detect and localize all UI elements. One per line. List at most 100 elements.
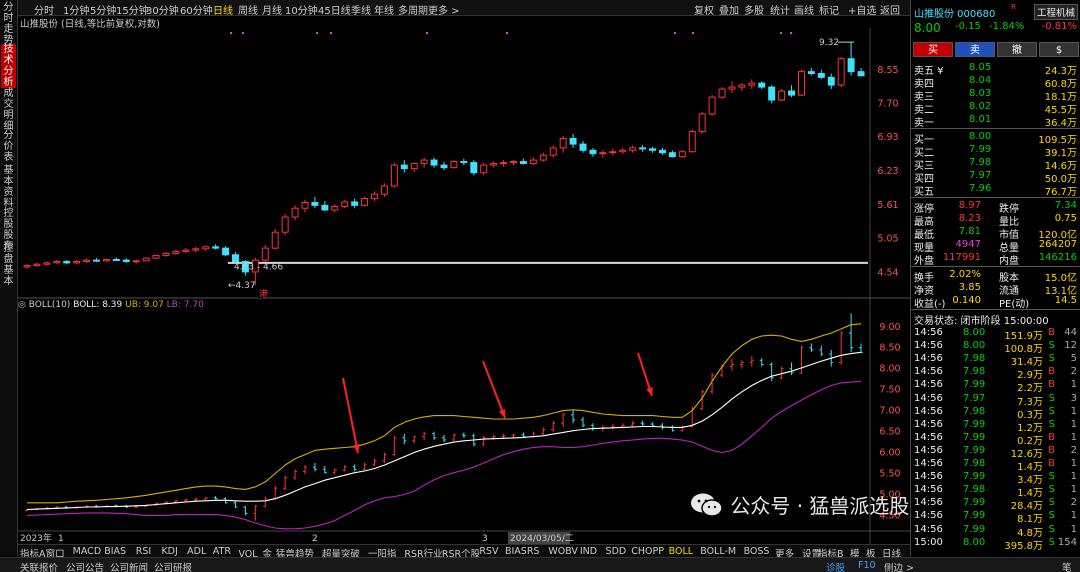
indicator-tab-6[interactable]: ADL <box>187 546 206 557</box>
period-tab-12[interactable]: 年线 <box>374 2 394 17</box>
trade-button-3[interactable]: $ <box>1039 42 1079 57</box>
left-tab-2[interactable]: 成交明细 <box>1 88 16 132</box>
footer-link-2[interactable]: 公司新闻 <box>110 560 148 572</box>
stat-row-0: 涨停 8.97 跌停 7.34 <box>911 200 1080 215</box>
candle-body <box>639 147 647 150</box>
left-tab-6[interactable]: 控盘基本 <box>1 243 16 287</box>
tick-time: 14:56 <box>914 523 943 535</box>
indicator-tab-3[interactable]: BIAS <box>104 546 126 557</box>
candle-body <box>271 231 279 249</box>
period-tab-10[interactable]: 45日线 <box>318 2 351 17</box>
price-tick-label: 8.55 <box>877 65 898 76</box>
stat-value: 0.140 <box>952 295 981 306</box>
tick-side: S <box>1048 484 1055 496</box>
left-tab-1[interactable]: 技术分析 <box>1 44 16 88</box>
tool-button-0[interactable]: 复权 <box>694 2 714 17</box>
period-tab-5[interactable]: 60分钟 <box>180 2 213 17</box>
price-pct: -1.84% <box>989 21 1025 32</box>
period-tab-2[interactable]: 5分钟 <box>90 2 116 17</box>
trade-button-1[interactable]: 卖 <box>955 42 995 57</box>
candle-body <box>718 88 726 98</box>
footer-right-0[interactable]: 诊股 <box>826 560 845 572</box>
candle-body <box>470 162 478 174</box>
left-tab-4[interactable]: 基本资料 <box>1 165 16 209</box>
tool-button-1[interactable]: 叠加 <box>719 2 739 17</box>
candle-body <box>847 58 855 73</box>
stat2-row-0: 换手 2.02% 股本 15.0亿 <box>911 269 1080 284</box>
candle-body <box>827 76 835 86</box>
period-tab-11[interactable]: 季线 <box>351 2 371 17</box>
indicator-tab-18[interactable]: SDD <box>606 546 627 557</box>
tick-price: 7.98 <box>963 405 986 417</box>
candle-body <box>420 159 428 165</box>
period-tab-8[interactable]: 月线 <box>262 2 282 17</box>
event-marker <box>506 32 508 34</box>
tick-count: 1 <box>1070 379 1077 391</box>
indicator-tab-4[interactable]: RSI <box>136 546 151 557</box>
period-tab-0[interactable]: 分时 <box>34 2 54 17</box>
indicator-tab-20[interactable]: BOLL <box>669 546 693 557</box>
indicator-tab-15[interactable]: BIASRS <box>505 546 539 557</box>
indicator-tab-2[interactable]: MACD <box>73 546 101 557</box>
trade-button-2[interactable]: 撤 <box>997 42 1037 57</box>
footer-link-0[interactable]: 关联报价 <box>20 560 58 572</box>
indicator-tab-17[interactable]: IND <box>580 546 597 557</box>
status-divider <box>911 309 1080 310</box>
indicator-tab-7[interactable]: ATR <box>213 546 231 557</box>
bid-price: 7.96 <box>969 183 992 194</box>
left-tab-0[interactable]: 分时走势 <box>1 2 16 46</box>
price-row: 8.00 -0.15 -1.84% -0.81% <box>911 21 1080 35</box>
period-tab-9[interactable]: 10分钟 <box>285 2 318 17</box>
indicator-tab-16[interactable]: WOBV <box>548 546 578 557</box>
indicator-tab-14[interactable]: RSV <box>479 546 498 557</box>
tick-price: 7.99 <box>963 497 986 509</box>
tick-side: B <box>1048 444 1055 456</box>
kline-chart-area[interactable]: 8.55 7.70 6.93 6.23 5.61 5.05 4.54 9.00 8.50 8.00… <box>18 28 910 544</box>
candle-body <box>460 161 468 164</box>
period-tab-14[interactable]: 更多 > <box>428 2 460 17</box>
footer-link-3[interactable]: 公司研报 <box>154 560 192 572</box>
industry-badge[interactable]: 工程机械 <box>1033 4 1078 20</box>
tool-button-7[interactable]: 返回 <box>880 2 900 17</box>
candle-body <box>629 147 637 151</box>
period-tab-7[interactable]: 周线 <box>238 2 258 17</box>
tick-row-7: 14:56 7.99 1.2万 S 1 <box>911 418 1080 434</box>
red-arrow-head-0 <box>352 444 360 453</box>
stat2-row-1: 净资 3.85 流通 13.1亿 <box>911 282 1080 297</box>
trade-button-0[interactable]: 买 <box>913 42 953 57</box>
footer-right-1[interactable]: F10 <box>858 560 876 571</box>
footer-right-2[interactable]: 侧边 > <box>884 560 914 572</box>
tick-price: 7.99 <box>963 418 986 430</box>
period-tab-4[interactable]: 30分钟 <box>146 2 179 17</box>
tick-count: 154 <box>1057 536 1077 548</box>
period-tab-6[interactable]: 日线 <box>213 2 233 17</box>
indicator-tab-5[interactable]: KDJ <box>161 546 177 557</box>
indicator-tab-22[interactable]: BOSS <box>744 546 770 557</box>
boll-mid-label: BOLL: 8.39 <box>73 300 125 310</box>
tool-button-2[interactable]: 多股 <box>744 2 764 17</box>
ask-row-0: 卖五 ¥8.05 24.3万 <box>911 62 1080 77</box>
tool-button-6[interactable]: +自选 <box>848 2 876 17</box>
period-tab-3[interactable]: 15分钟 <box>116 2 149 17</box>
footer-right-3[interactable]: 笔 <box>1062 560 1072 572</box>
indicator-tab-21[interactable]: BOLL-M <box>700 546 736 557</box>
price-tick-label: 7.70 <box>877 98 898 109</box>
footer-link-1[interactable]: 公司公告 <box>66 560 104 572</box>
tick-price: 7.98 <box>963 366 986 378</box>
watermark: 公众号 · 猛兽派选股 <box>690 490 909 530</box>
tool-button-5[interactable]: 标记 <box>819 2 839 17</box>
tick-row-14: 14:56 7.99 8.1万 S 1 <box>911 510 1080 525</box>
left-tab-3[interactable]: 分价表 <box>1 130 16 163</box>
candle-body <box>807 71 815 75</box>
candle-body <box>281 216 289 233</box>
x-axis-label: 2024/03/05/二 <box>510 534 574 544</box>
tick-side: S <box>1048 392 1055 404</box>
period-tab-13[interactable]: 多周期 <box>398 2 428 17</box>
tool-button-4[interactable]: 画线 <box>794 2 814 17</box>
candle-body <box>53 260 61 264</box>
tool-button-3[interactable]: 统计 <box>770 2 790 17</box>
candle-body <box>529 159 537 165</box>
period-tab-1[interactable]: 1分钟 <box>63 2 89 17</box>
bid-row-3: 买四 7.97 50.0万 <box>911 170 1080 185</box>
indicator-tab-19[interactable]: CHOPP <box>631 546 664 557</box>
